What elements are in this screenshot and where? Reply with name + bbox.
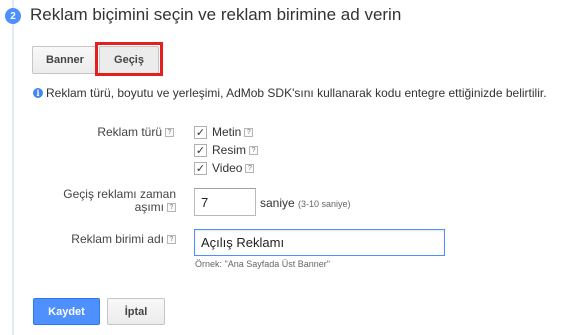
checkbox-metin[interactable]: ✓ bbox=[194, 126, 207, 139]
ad-unit-name-label-text: Reklam birimi adı bbox=[71, 232, 164, 246]
help-icon[interactable]: ? bbox=[244, 128, 254, 138]
step-title: Reklam biçimini seçin ve reklam birimine… bbox=[30, 5, 402, 24]
info-text: Reklam türü, boyutu ve yerleşimi, AdMob … bbox=[46, 86, 547, 100]
help-icon[interactable]: ? bbox=[245, 164, 255, 174]
metin-label-text: Metin bbox=[212, 125, 242, 139]
check-icon: ✓ bbox=[195, 145, 206, 157]
timeout-unit: saniye (3-10 saniye) bbox=[260, 196, 351, 210]
checkbox-resim[interactable]: ✓ bbox=[194, 144, 207, 157]
checkbox-resim-label: Resim? bbox=[212, 143, 259, 157]
save-button[interactable]: Kaydet bbox=[33, 298, 100, 325]
checkbox-video[interactable]: ✓ bbox=[194, 162, 207, 175]
step-progress-line bbox=[12, 0, 14, 335]
cancel-button[interactable]: İptal bbox=[107, 298, 165, 325]
ad-unit-name-input[interactable]: Açılış Reklamı bbox=[194, 229, 445, 256]
info-icon: i bbox=[33, 88, 43, 98]
banner-format-button[interactable]: Banner bbox=[32, 46, 98, 74]
check-icon: ✓ bbox=[195, 163, 206, 175]
help-icon[interactable]: ? bbox=[167, 203, 176, 213]
ad-type-label-text: Reklam türü bbox=[97, 125, 162, 139]
step-number-badge: 2 bbox=[5, 8, 21, 24]
ad-unit-name-label: Reklam birimi adı? bbox=[50, 232, 176, 246]
checkbox-video-label: Video? bbox=[212, 161, 255, 175]
timeout-label-line1: Geçiş reklamı zaman bbox=[63, 187, 176, 201]
check-icon: ✓ bbox=[195, 127, 206, 139]
resim-label-text: Resim bbox=[212, 143, 247, 157]
timeout-label-line2: aşımı? bbox=[40, 200, 176, 214]
help-icon[interactable]: ? bbox=[165, 128, 174, 138]
ad-type-label: Reklam türü? bbox=[70, 125, 174, 139]
help-icon[interactable]: ? bbox=[167, 235, 176, 245]
timeout-input[interactable]: 7 bbox=[194, 188, 256, 216]
timeout-unit-text: saniye bbox=[260, 196, 295, 210]
timeout-label-line2-text: aşımı bbox=[134, 200, 164, 214]
timeout-range-note: (3-10 saniye) bbox=[298, 199, 351, 209]
selection-highlight-frame bbox=[95, 42, 163, 76]
video-label-text: Video bbox=[212, 161, 243, 175]
help-icon[interactable]: ? bbox=[249, 146, 259, 156]
checkbox-metin-label: Metin? bbox=[212, 125, 254, 139]
ad-unit-name-example: Örnek: "Ana Sayfada Üst Banner" bbox=[195, 259, 330, 269]
